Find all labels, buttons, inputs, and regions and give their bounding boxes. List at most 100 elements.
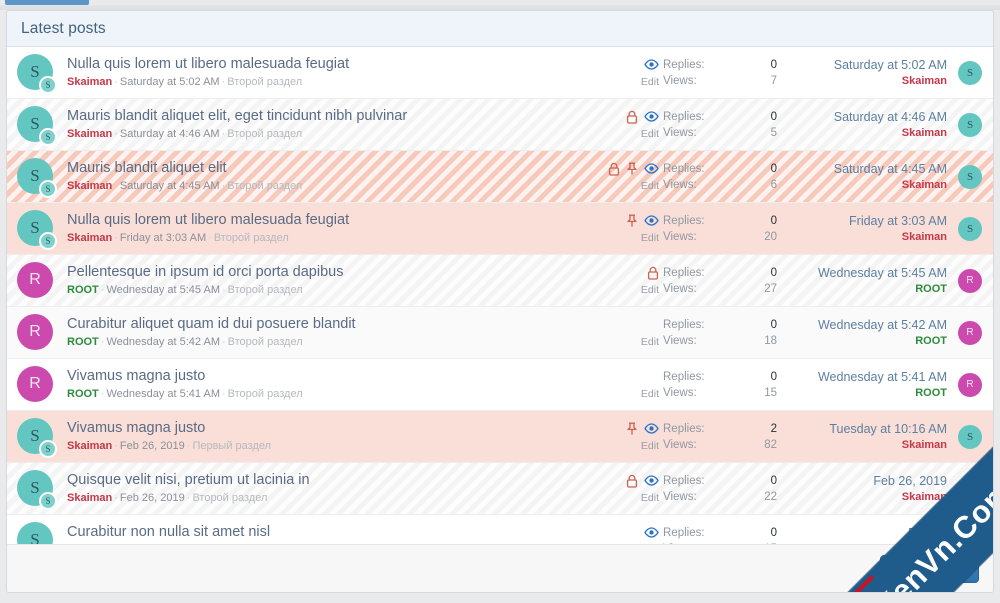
last-post-avatar[interactable]: S — [955, 216, 985, 241]
last-post-date[interactable]: Feb 26, 2019 — [783, 473, 947, 490]
lock-icon[interactable] — [647, 266, 659, 280]
post-title-link[interactable]: Vivamus magna justo — [67, 367, 591, 385]
post-node-link[interactable]: Второй раздел — [227, 76, 302, 88]
eye-icon[interactable] — [644, 475, 659, 486]
post-title-link[interactable]: Nulla quis lorem ut libero malesuada feu… — [67, 211, 591, 229]
last-post-date[interactable]: Feb 26 — [783, 525, 947, 542]
avatar[interactable]: R — [17, 261, 57, 301]
eye-icon[interactable] — [644, 423, 659, 434]
last-post-date[interactable]: Saturday at 4:46 AM — [783, 109, 947, 126]
post-title-link[interactable]: Nulla quis lorem ut libero malesuada feu… — [67, 55, 591, 73]
last-post-avatar[interactable]: S — [955, 60, 985, 85]
post-author-link[interactable]: Skaiman — [67, 440, 112, 452]
post-node-link[interactable]: Второй раздел — [228, 336, 303, 348]
last-post-date[interactable]: Wednesday at 5:45 AM — [783, 265, 947, 282]
post-author-link[interactable]: Skaiman — [67, 128, 112, 140]
post-author-link[interactable]: ROOT — [67, 388, 99, 400]
pin-icon[interactable] — [626, 162, 638, 176]
post-row[interactable]: S S Quisque velit nisi, pretium ut lacinia… — [7, 463, 993, 515]
post-title-link[interactable]: Curabitur aliquet quam id dui posuere bl… — [67, 315, 591, 333]
post-row[interactable]: R Curabitur aliquet quam id dui posuere b… — [7, 307, 993, 359]
edit-link[interactable]: Edit — [641, 335, 659, 349]
last-post-avatar[interactable]: R — [955, 320, 985, 345]
post-row[interactable]: S S Vivamus magna justo Skaiman · Feb 26, 201… — [7, 411, 993, 463]
post-title-link[interactable]: Curabitur non nulla sit amet nisl — [67, 523, 591, 541]
post-node-link[interactable]: Второй раздел — [228, 388, 303, 400]
last-post-avatar[interactable]: R — [955, 268, 985, 293]
last-post-author[interactable]: Skaiman — [783, 126, 947, 141]
view-more-button[interactable]: View more... — [879, 554, 979, 583]
post-author-link[interactable]: Skaiman — [67, 180, 112, 192]
last-post-author[interactable]: Skaiman — [783, 178, 947, 193]
post-date[interactable]: Wednesday at 5:41 AM — [106, 388, 220, 400]
post-row[interactable]: S S Nulla quis lorem ut libero malesuada f… — [7, 47, 993, 99]
edit-link[interactable]: Edit — [641, 491, 659, 505]
post-date[interactable]: Wednesday at 5:42 AM — [106, 336, 220, 348]
avatar[interactable]: SS — [17, 157, 57, 198]
post-row[interactable]: R Pellentesque in ipsum id orci porta dap… — [7, 255, 993, 307]
post-date[interactable]: Saturday at 4:45 AM — [120, 180, 220, 192]
avatar[interactable]: SS — [17, 417, 57, 458]
avatar[interactable]: SS — [17, 105, 57, 146]
edit-link[interactable]: Edit — [641, 75, 659, 89]
post-row[interactable]: S S Mauris blandit aliquet elit Skaiman · Sat… — [7, 151, 993, 203]
last-post-avatar[interactable]: S — [955, 112, 985, 137]
post-title-link[interactable]: Mauris blandit aliquet elit, eget tincid… — [67, 107, 591, 125]
pin-icon[interactable] — [626, 214, 638, 228]
eye-icon[interactable] — [644, 215, 659, 226]
last-post-date[interactable]: Wednesday at 5:42 AM — [783, 317, 947, 334]
avatar[interactable]: SS — [17, 53, 57, 94]
post-author-link[interactable]: ROOT — [67, 284, 99, 296]
eye-icon[interactable] — [644, 527, 659, 538]
post-author-link[interactable]: ROOT — [67, 336, 99, 348]
last-post-avatar[interactable]: R — [955, 372, 985, 397]
eye-icon[interactable] — [644, 59, 659, 70]
post-title-link[interactable]: Vivamus magna justo — [67, 419, 591, 437]
lock-icon[interactable] — [608, 162, 620, 176]
lock-icon[interactable] — [626, 474, 638, 488]
post-date[interactable]: Feb 26, 2019 — [120, 492, 185, 504]
post-row[interactable]: S S Nulla quis lorem ut libero malesuada f… — [7, 203, 993, 255]
post-node-link[interactable]: Второй раздел — [228, 284, 303, 296]
last-post-author[interactable]: Skaiman — [783, 490, 947, 505]
eye-icon[interactable] — [644, 111, 659, 122]
avatar[interactable]: R — [17, 313, 57, 353]
post-node-link[interactable]: Второй раздел — [227, 180, 302, 192]
post-node-link[interactable]: Второй раздел — [192, 492, 267, 504]
edit-link[interactable]: Edit — [641, 231, 659, 245]
edit-link[interactable]: Edit — [641, 127, 659, 141]
post-row[interactable]: R Vivamus magna justo ROOT · Wednesday at 5:… — [7, 359, 993, 411]
eye-icon[interactable] — [644, 163, 659, 174]
post-date[interactable]: Friday at 3:03 AM — [120, 232, 206, 244]
edit-link[interactable]: Edit — [641, 179, 659, 193]
avatar[interactable]: SS — [17, 209, 57, 250]
last-post-date[interactable]: Tuesday at 10:16 AM — [783, 421, 947, 438]
edit-link[interactable]: Edit — [641, 283, 659, 297]
avatar[interactable]: SS — [17, 469, 57, 510]
last-post-author[interactable]: Skaiman — [783, 230, 947, 245]
post-title-link[interactable]: Quisque velit nisi, pretium ut lacinia i… — [67, 471, 591, 489]
pin-icon[interactable] — [626, 422, 638, 436]
last-post-date[interactable]: Saturday at 5:02 AM — [783, 57, 947, 74]
post-date[interactable]: Saturday at 5:02 AM — [120, 76, 220, 88]
last-post-avatar[interactable]: S — [955, 476, 985, 501]
post-date[interactable]: Feb 26, 2019 — [120, 440, 185, 452]
last-post-avatar[interactable]: S — [955, 164, 985, 189]
avatar[interactable]: R — [17, 365, 57, 405]
edit-link[interactable]: Edit — [641, 439, 659, 453]
post-date[interactable]: Saturday at 4:46 AM — [120, 128, 220, 140]
edit-link[interactable]: Edit — [641, 387, 659, 401]
post-node-link[interactable]: Второй раздел — [214, 232, 289, 244]
post-title-link[interactable]: Pellentesque in ipsum id orci porta dapi… — [67, 263, 591, 281]
last-post-avatar[interactable]: S — [955, 424, 985, 449]
last-post-date[interactable]: Wednesday at 5:41 AM — [783, 369, 947, 386]
post-row[interactable]: S S Mauris blandit aliquet elit, eget tinc… — [7, 99, 993, 151]
last-post-author[interactable]: Skaiman — [783, 438, 947, 453]
post-node-link[interactable]: Второй раздел — [227, 128, 302, 140]
post-author-link[interactable]: Skaiman — [67, 76, 112, 88]
post-node-link[interactable]: Первый раздел — [192, 440, 271, 452]
lock-icon[interactable] — [626, 110, 638, 124]
last-post-author[interactable]: ROOT — [783, 386, 947, 401]
last-post-date[interactable]: Saturday at 4:45 AM — [783, 161, 947, 178]
last-post-author[interactable]: ROOT — [783, 334, 947, 349]
